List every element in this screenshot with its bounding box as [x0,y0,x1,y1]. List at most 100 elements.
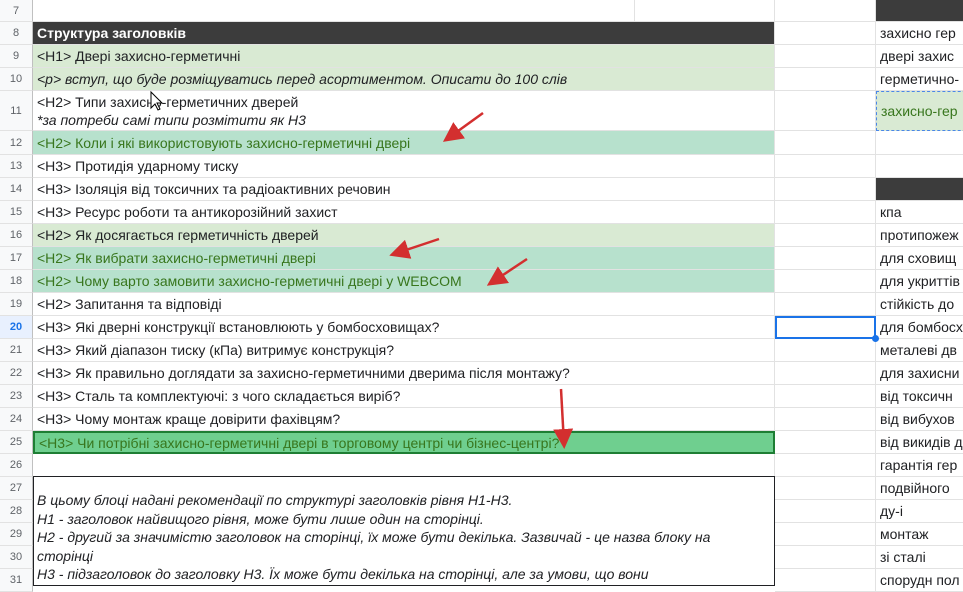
row-header-9[interactable]: 9 [0,45,33,68]
cell-b25[interactable] [775,431,876,454]
cell-b14[interactable] [775,178,876,201]
cell-b24[interactable] [775,408,876,431]
cell-a7-b[interactable] [635,0,775,22]
cell-a24[interactable]: <H3> Чому монтаж краще довірити фахівцям… [33,408,775,431]
row-header-16[interactable]: 16 [0,224,33,247]
cell-a15[interactable]: <H3> Ресурс роботи та антикорозійний зах… [33,201,775,224]
cell-c-header-bar[interactable] [876,0,963,22]
cell-b12[interactable] [775,131,876,155]
cell-a16[interactable]: <H2> Як досягається герметичність дверей [33,224,775,247]
cell-a9[interactable]: <H1> Двері захисно-герметичні [33,45,775,68]
cell-b7[interactable] [775,0,876,22]
cell-b27[interactable] [775,477,876,500]
cell-b15[interactable] [775,201,876,224]
note-line-1: В цьому блоці надані рекомендації по стр… [37,492,513,508]
cell-c24[interactable]: від вибухов [876,408,963,431]
row-header-12[interactable]: 12 [0,131,33,155]
cell-a11[interactable]: <H2> Типи захисно-герметичних дверей *за… [33,91,775,131]
row-header-24[interactable]: 24 [0,408,33,431]
cell-b26[interactable] [775,454,876,477]
cell-c29[interactable]: монтаж [876,523,963,546]
row-header-14[interactable]: 14 [0,178,33,201]
cell-a18[interactable]: <H2> Чому варто замовити захисно-гермети… [33,270,775,293]
cell-a14[interactable]: <H3> Ізоляція від токсичних та радіоакти… [33,178,775,201]
cell-a12[interactable]: <H2> Коли і які використовують захисно-г… [33,131,775,155]
active-cell-selection[interactable] [775,316,876,339]
row-header-27[interactable]: 27 [0,477,33,500]
fill-handle[interactable] [872,335,879,342]
cell-a23[interactable]: <H3> Сталь та комплектуючі: з чого склад… [33,385,775,408]
row-header-13[interactable]: 13 [0,155,33,178]
cell-c22[interactable]: для захисни [876,362,963,385]
cell-c28[interactable]: ду-і [876,500,963,523]
row-header-26[interactable]: 26 [0,454,33,477]
cell-b9[interactable] [775,45,876,68]
row-header-11[interactable]: 11 [0,91,33,131]
cell-a20[interactable]: <H3> Які дверні конструкції встановлюють… [33,316,775,339]
row-header-18[interactable]: 18 [0,270,33,293]
cell-c18[interactable]: для укриттів [876,270,963,293]
row-header-7[interactable]: 7 [0,0,33,22]
row-header-30[interactable]: 30 [0,546,33,569]
cell-b28[interactable] [775,500,876,523]
cell-b18[interactable] [775,270,876,293]
cell-c21[interactable]: металеві дв [876,339,963,362]
cell-b21[interactable] [775,339,876,362]
cell-c20[interactable]: для бомбосх [876,316,963,339]
cell-c10[interactable]: герметично- [876,68,963,91]
cell-b8[interactable] [775,22,876,45]
cell-c14-header-bar[interactable] [876,178,963,201]
cell-c9[interactable]: двері захис [876,45,963,68]
cell-b11[interactable] [775,91,876,131]
cell-c12[interactable] [876,131,963,155]
note-line-3: Н2 - другий за значимістю заголовок на с… [37,529,711,545]
cell-a22[interactable]: <H3> Як правильно доглядати за захисно-г… [33,362,775,385]
row-header-29[interactable]: 29 [0,523,33,546]
cell-b13[interactable] [775,155,876,178]
row-header-15[interactable]: 15 [0,201,33,224]
row-header-21[interactable]: 21 [0,339,33,362]
row-header-10[interactable]: 10 [0,68,33,91]
cell-b22[interactable] [775,362,876,385]
cell-b19[interactable] [775,293,876,316]
cell-c15[interactable]: кпа [876,201,963,224]
row-header-8[interactable]: 8 [0,22,33,45]
row-header-23[interactable]: 23 [0,385,33,408]
cell-b23[interactable] [775,385,876,408]
cell-a13[interactable]: <H3> Протидія ударному тиску [33,155,775,178]
cell-c23[interactable]: від токсичн [876,385,963,408]
cell-c31[interactable]: спорудн пол [876,569,963,592]
cell-c17[interactable]: для сховищ [876,247,963,270]
row-header-19[interactable]: 19 [0,293,33,316]
cell-b29[interactable] [775,523,876,546]
cell-a7[interactable] [33,0,635,22]
row-header-17[interactable]: 17 [0,247,33,270]
cell-a21[interactable]: <H3> Який діапазон тиску (кПа) витримує … [33,339,775,362]
cell-c19[interactable]: стійкість до [876,293,963,316]
row-header-25[interactable]: 25 [0,431,33,454]
cell-a26[interactable] [33,454,775,477]
row-header-31[interactable]: 31 [0,569,33,592]
cell-b30[interactable] [775,546,876,569]
row-header-22[interactable]: 22 [0,362,33,385]
cell-b16[interactable] [775,224,876,247]
cell-a17[interactable]: <H2> Як вибрати захисно-герметичні двері [33,247,775,270]
cell-a10[interactable]: <p> вступ, що буде розміщуватись перед а… [33,68,775,91]
cell-c25[interactable]: від викидів д [876,431,963,454]
recommendation-note[interactable]: В цьому блоці надані рекомендації по стр… [33,476,775,586]
cell-c26[interactable]: гарантія гер [876,454,963,477]
cell-c13[interactable] [876,155,963,178]
cell-c11-copied[interactable]: захисно-гер [876,91,963,131]
table-header-cell[interactable]: Структура заголовків [33,22,775,45]
cell-c8[interactable]: захисно гер [876,22,963,45]
row-header-28[interactable]: 28 [0,500,33,523]
cell-c16[interactable]: протипожеж [876,224,963,247]
row-header-20[interactable]: 20 [0,316,33,339]
cell-b10[interactable] [775,68,876,91]
cell-c30[interactable]: зі сталі [876,546,963,569]
cell-c27[interactable]: подвійного [876,477,963,500]
cell-a19[interactable]: <H2> Запитання та відповіді [33,293,775,316]
cell-b17[interactable] [775,247,876,270]
cell-b31[interactable] [775,569,876,592]
cell-a25-selected[interactable]: <H3> Чи потрібні захисно-герметичні двер… [33,431,775,454]
